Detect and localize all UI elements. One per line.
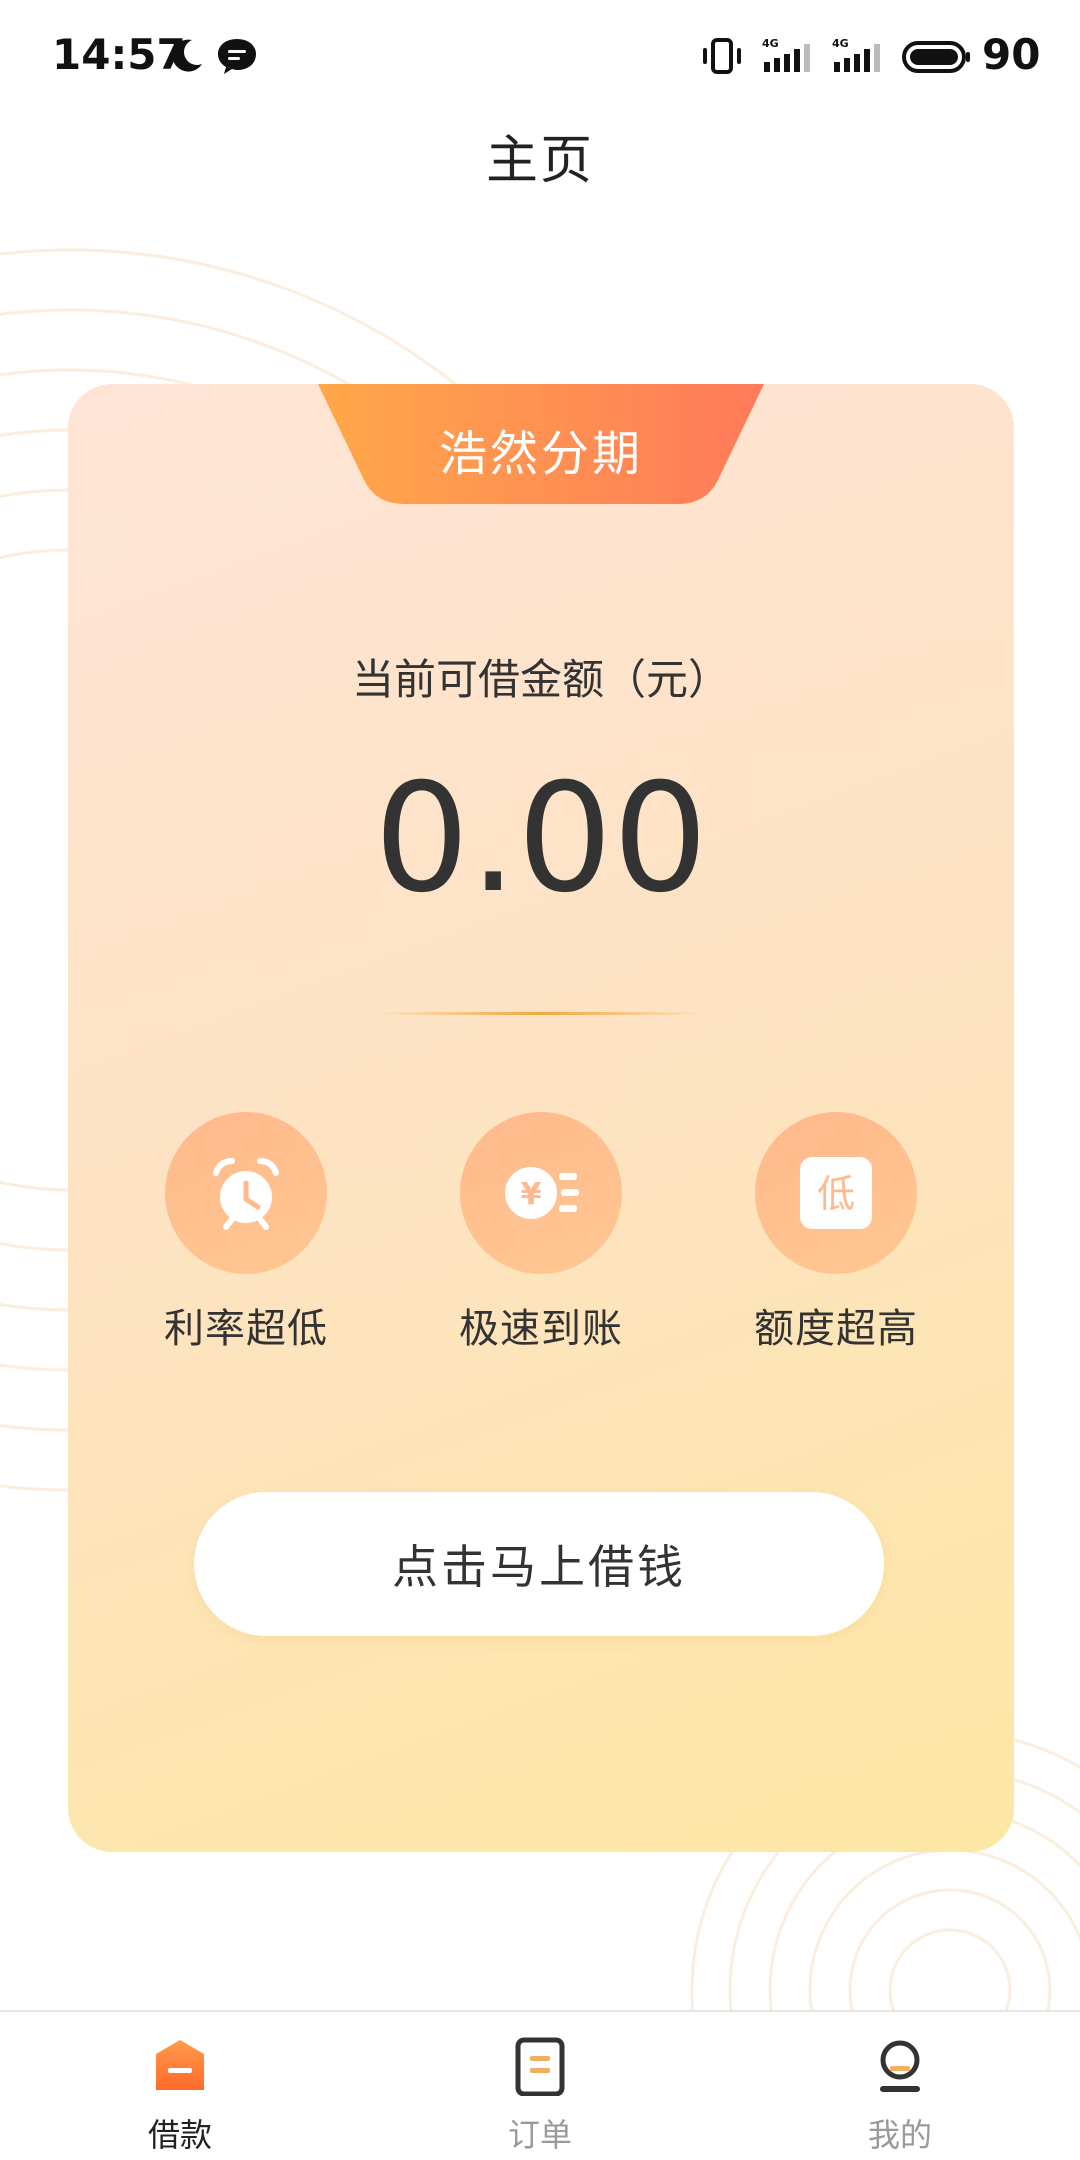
available-amount-label: 当前可借金额（元） xyxy=(351,655,730,704)
low-badge-icon: 低 xyxy=(800,1157,872,1229)
profile-icon xyxy=(880,2040,920,2092)
feature-high-limit: 低 额度超高 xyxy=(706,1112,966,1352)
svg-text:¥: ¥ xyxy=(521,1177,542,1212)
nav-item-orders[interactable]: 订单 xyxy=(440,2012,640,2160)
vibrate-icon xyxy=(703,38,741,74)
loan-card: 浩然分期 当前可借金额（元） 0.00 利率超低 ¥ 极速到账 低 额度超高 点… xyxy=(68,384,1014,1852)
message-icon xyxy=(218,39,256,74)
nav-label: 借款 xyxy=(147,2116,212,2154)
battery-icon xyxy=(902,41,970,73)
divider xyxy=(378,1012,704,1015)
moon-icon xyxy=(172,39,202,72)
alarm-clock-icon xyxy=(213,1158,279,1230)
feature-label: 额度超高 xyxy=(754,1306,918,1352)
feature-fast-payout: ¥ 极速到账 xyxy=(411,1112,671,1352)
svg-text:4G: 4G xyxy=(762,37,779,50)
signal-4g-icon: 4G xyxy=(762,37,810,72)
nav-label: 订单 xyxy=(507,2116,572,2154)
feature-low-rate: 利率超低 xyxy=(116,1112,376,1352)
status-bar: 14:57 4G 4G 90 xyxy=(0,0,1080,110)
brand-name: 浩然分期 xyxy=(438,426,643,482)
feature-label: 极速到账 xyxy=(459,1306,623,1352)
page-title: 主页 xyxy=(485,131,594,191)
order-doc-icon xyxy=(515,2037,565,2096)
home-screen: 14:57 4G 4G 90 主页 浩然分期 当前可借金额（元） 0.00 利率… xyxy=(0,0,1080,2160)
feature-label: 利率超低 xyxy=(164,1306,328,1352)
feature-icon-circle xyxy=(165,1112,327,1274)
battery-level: 90 xyxy=(982,30,1041,79)
nav-item-loan[interactable]: 借款 xyxy=(80,2012,280,2160)
nav-item-profile[interactable]: 我的 xyxy=(800,2012,1000,2160)
bottom-nav: 借款 订单 我的 xyxy=(0,2010,1080,2160)
svg-text:低: 低 xyxy=(817,1172,855,1216)
svg-text:4G: 4G xyxy=(832,37,849,50)
signal-4g-icon: 4G xyxy=(832,37,880,72)
borrow-now-button[interactable]: 点击马上借钱 xyxy=(194,1492,884,1636)
feature-icon-circle: ¥ xyxy=(460,1112,622,1274)
yen-coin-icon: ¥ xyxy=(505,1167,579,1219)
loan-home-icon xyxy=(156,2040,204,2090)
nav-label: 我的 xyxy=(867,2116,932,2154)
feature-icon-circle: 低 xyxy=(755,1112,917,1274)
available-amount-value: 0.00 xyxy=(374,752,708,926)
